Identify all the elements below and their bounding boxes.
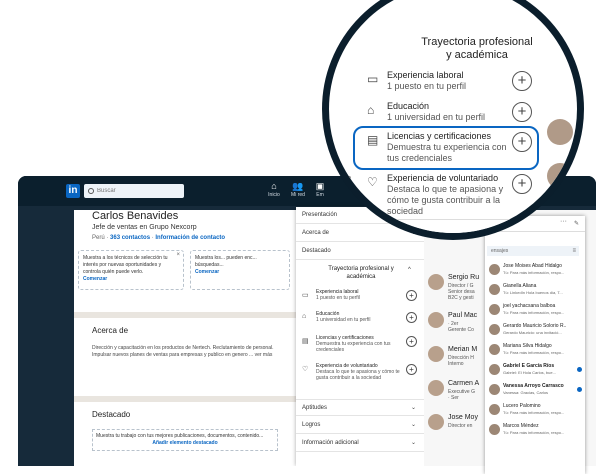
contact-info-link[interactable]: Información de contacto: [155, 235, 225, 241]
messaging-search[interactable]: ensajes ≡: [487, 246, 579, 256]
featured-text: Muestra tu trabajo con tus mejores publi…: [96, 433, 264, 439]
zoom-licenses-item[interactable]: ▤ Licencias y certificaciones Demuestra t…: [367, 131, 557, 171]
profile-meta: Perú · 363 contactos · Información de co…: [92, 235, 225, 241]
start-button[interactable]: Comenzar: [195, 269, 285, 276]
panel-row-additional[interactable]: Información adicional ⌄: [296, 435, 424, 452]
about-section: Acerca de Dirección y capacitación en lo…: [74, 312, 296, 396]
add-button[interactable]: +: [406, 312, 417, 323]
messaging-panel: ··· ✎ ensajes ≡ Jose Moises Abad Hidalgo…: [485, 216, 585, 474]
profile-name: Carlos Benavides: [92, 210, 179, 222]
chevron-down-icon: ⌄: [410, 422, 416, 428]
add-section-panel: Presentación Acerca de ⌄ Destacado Traye…: [296, 207, 424, 466]
avatar: [428, 380, 444, 396]
profile-location: Perú ·: [92, 235, 109, 241]
profile-column: Carlos Benavides Jefe de ventas en Grupo…: [74, 210, 296, 466]
search-box[interactable]: [84, 184, 184, 198]
avatar: [428, 274, 444, 290]
message-row[interactable]: joel yachacsana balboa Tú: Para más infor…: [485, 302, 585, 318]
unread-dot: [577, 367, 582, 372]
message-row[interactable]: Gerardo Mauricio Solorio R.. Gerardo Maur…: [485, 322, 585, 338]
avatar: [489, 304, 500, 315]
add-featured-button[interactable]: Añadir elemento destacado: [96, 440, 274, 447]
add-button[interactable]: +: [406, 364, 417, 375]
certificate-icon: ▤: [302, 338, 309, 345]
tip-text: Muestra los... pueden enc... búsquedas..…: [195, 255, 257, 268]
nav-home[interactable]: ⌂ Inicio: [262, 180, 286, 198]
avatar: [489, 424, 500, 435]
panel-subhead: Trayectoria profesional y académica: [328, 266, 394, 280]
avatar: [489, 364, 500, 375]
message-row[interactable]: Vanessa Arroyo Carrasco Vanessa: Gracias,…: [485, 382, 585, 398]
avatar: [489, 324, 500, 335]
home-icon: ⌂: [271, 181, 277, 191]
about-title: Acerca de: [92, 326, 129, 335]
nav-network[interactable]: 👥 Mi red: [286, 180, 310, 198]
panel-row-featured[interactable]: Destacado: [296, 243, 424, 260]
search-input[interactable]: [97, 188, 177, 194]
zoom-title: Trayectoria profesional y académica: [421, 36, 533, 61]
school-icon: ⌂: [302, 313, 307, 320]
add-button[interactable]: +: [512, 174, 532, 194]
briefcase-icon: ▭: [367, 72, 379, 86]
services-card: Muestra los... pueden enc... búsquedas..…: [190, 250, 290, 290]
panel-row-skills[interactable]: Aptitudes ⌄: [296, 399, 424, 416]
add-education-item[interactable]: ⌂ Educación 1 universidad en tu perfil +: [302, 311, 422, 333]
chevron-up-icon[interactable]: ^: [408, 267, 411, 273]
featured-title: Destacado: [92, 410, 131, 419]
filter-icon[interactable]: ≡: [572, 246, 576, 256]
zoom-volunteer-item[interactable]: ♡ Experiencia de voluntariado Destaca lo …: [367, 173, 557, 216]
avatar: [489, 384, 500, 395]
meta-separator: ·: [151, 235, 154, 241]
avatar: [547, 119, 573, 145]
zoom-fragment: er m: [337, 175, 351, 182]
unread-dot: [577, 387, 582, 392]
avatar: [489, 344, 500, 355]
add-licenses-item[interactable]: ▤ Licencias y certificaciones Demuestra t…: [302, 335, 422, 361]
message-row[interactable]: Gianella Aliana Tú: LinkedIn Hola buenos …: [485, 282, 585, 298]
contacts-link[interactable]: 363 contactos: [110, 235, 150, 241]
avatar: [489, 404, 500, 415]
magnifier-callout: Trayectoria profesional y académica ▭ Ex…: [322, 0, 584, 240]
add-volunteer-item[interactable]: ♡ Experiencia de voluntariado Destaca lo …: [302, 363, 422, 395]
profile-headline: Jefe de ventas en Grupo Nexcorp: [92, 224, 197, 231]
message-row[interactable]: Lucero Palomino Tú: Para más información,…: [485, 402, 585, 418]
avatar: [428, 346, 444, 362]
chevron-down-icon: ⌄: [410, 440, 416, 446]
briefcase-icon: ▭: [302, 292, 309, 299]
add-button[interactable]: +: [512, 102, 532, 122]
avatar: [489, 284, 500, 295]
start-button[interactable]: Comenzar: [83, 276, 179, 283]
heart-icon: ♡: [367, 175, 378, 189]
chevron-down-icon: ⌄: [410, 405, 416, 411]
add-button[interactable]: +: [406, 290, 417, 301]
add-button[interactable]: +: [512, 71, 532, 91]
featured-section: Destacado Muestra tu trabajo con tus mej…: [74, 396, 296, 466]
search-icon: [88, 188, 94, 194]
add-button[interactable]: +: [512, 132, 532, 152]
stage: in ⌂ Inicio 👥 Mi red ▣ Em Carlos Benavid…: [0, 0, 600, 474]
heart-icon: ♡: [302, 366, 309, 373]
featured-box: Muestra tu trabajo con tus mejores publi…: [92, 429, 278, 451]
certificate-icon: ▤: [367, 133, 379, 147]
panel-row-achievements[interactable]: Logros ⌄: [296, 417, 424, 434]
school-icon: ⌂: [367, 103, 375, 117]
avatar: [547, 163, 573, 189]
avatar: [428, 312, 444, 328]
message-row[interactable]: Marcos Méndez Tú: Para más información, r…: [485, 422, 585, 438]
linkedin-logo[interactable]: in: [66, 184, 80, 198]
open-to-work-card: × Muestra a los técnicos de selección tu…: [78, 250, 184, 290]
close-icon[interactable]: ×: [176, 252, 180, 259]
add-experience-item[interactable]: ▭ Experiencia laboral 1 puesto en tu perf…: [302, 289, 422, 311]
avatar: [489, 264, 500, 275]
message-row[interactable]: Jose Moises Abad Hidalgo Tú: Para más inf…: [485, 262, 585, 278]
network-icon: 👥: [292, 181, 304, 191]
message-row[interactable]: Gabriel E García Ríos Gabriel: El Hola Ca…: [485, 362, 585, 378]
tip-text: Muestra a los técnicos de selección tu i…: [83, 255, 168, 275]
message-row[interactable]: Mariana Silva Hidalgo Tú: Para más inform…: [485, 342, 585, 358]
add-button[interactable]: +: [406, 336, 417, 347]
about-text: Dirección y capacitación en los producto…: [92, 345, 274, 358]
avatar: [428, 414, 444, 430]
